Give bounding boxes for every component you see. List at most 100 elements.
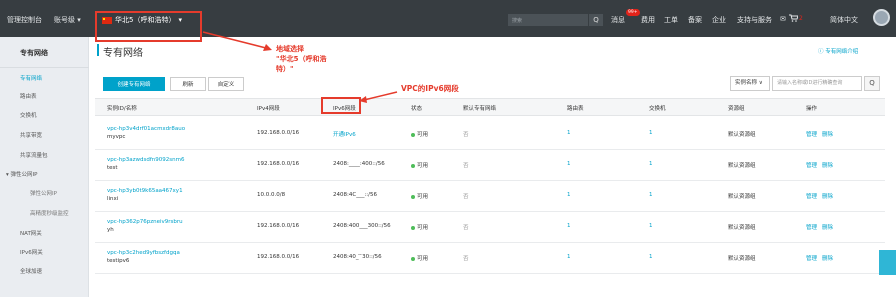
- status-dot-icon: [411, 225, 415, 230]
- vpc-name: myvpc: [107, 134, 126, 140]
- status-dot-icon: [411, 256, 415, 261]
- cart-count: 2: [799, 15, 803, 22]
- row-divider: [95, 273, 885, 274]
- enable-ipv6-link[interactable]: 开通IPv6: [333, 130, 356, 138]
- row-divider: [95, 180, 885, 181]
- refresh-button[interactable]: 刷新: [170, 77, 206, 91]
- status-badge: 可用: [411, 161, 428, 169]
- default-vpc-value: 否: [463, 163, 469, 169]
- vpc-id-link[interactable]: vpc-hp3yb0t9k65aa467xy1: [107, 188, 183, 194]
- column-header-default: 默认专有网络: [463, 106, 497, 112]
- resource-group: 默认资源组: [728, 163, 756, 169]
- route-table-count[interactable]: 1: [567, 192, 571, 198]
- resource-group: 默认资源组: [728, 256, 756, 262]
- vswitch-count[interactable]: 1: [649, 161, 653, 167]
- sidebar-item-ipv6-gateway[interactable]: IPv6网关: [20, 248, 43, 256]
- manage-link[interactable]: 管理: [806, 254, 817, 262]
- customize-button[interactable]: 自定义: [208, 77, 244, 91]
- sidebar-item-global-acceleration[interactable]: 全球加速: [20, 267, 42, 275]
- vpc-name: yh: [107, 227, 114, 233]
- console-link[interactable]: 管理控制台: [7, 15, 42, 25]
- feedback-tab[interactable]: [879, 250, 896, 275]
- vpc-intro-link[interactable]: ⓘ 专有网络介绍: [818, 47, 858, 55]
- region-annotation-line2: "华北5（呼和浩: [276, 55, 327, 63]
- manage-link[interactable]: 管理: [806, 161, 817, 169]
- delete-link[interactable]: 删除: [822, 223, 833, 231]
- cart-icon[interactable]: [789, 14, 799, 24]
- ipv6-annotation: VPC的IPv6网段: [401, 84, 459, 93]
- create-vpc-button[interactable]: 创建专有网络: [103, 77, 165, 91]
- sidebar-item-nat-gateway[interactable]: NAT网关: [20, 229, 42, 237]
- vswitch-count[interactable]: 1: [649, 192, 653, 198]
- sidebar-item-data-transfer-plan[interactable]: 共享流量包: [20, 151, 48, 159]
- filter-field-select[interactable]: 实例名称 ∨: [730, 76, 770, 91]
- language-selector[interactable]: 简体中文: [830, 15, 858, 25]
- filter-input[interactable]: 请输入名称或ID进行精确查询: [772, 76, 862, 91]
- vpc-id-link[interactable]: vpc-hp3azwdsdfn9092snm6: [107, 157, 184, 163]
- divider: [0, 67, 89, 68]
- resource-group: 默认资源组: [728, 194, 756, 200]
- manage-link[interactable]: 管理: [806, 130, 817, 138]
- delete-link[interactable]: 删除: [822, 254, 833, 262]
- tickets-link[interactable]: 工单: [664, 15, 678, 25]
- ipv4-cidr: 10.0.0.0/8: [257, 192, 286, 198]
- column-header-id: 实例ID/名称: [107, 106, 137, 112]
- sidebar-title: 专有网络: [20, 49, 48, 57]
- resource-group: 默认资源组: [728, 225, 756, 231]
- delete-link[interactable]: 删除: [822, 130, 833, 138]
- vswitch-count[interactable]: 1: [649, 130, 653, 136]
- sidebar-item-eip[interactable]: 弹性公网IP: [30, 189, 57, 197]
- delete-link[interactable]: 删除: [822, 161, 833, 169]
- global-search-input[interactable]: 搜索: [508, 14, 588, 26]
- page-title: 专有网络: [103, 48, 143, 59]
- route-table-count[interactable]: 1: [567, 254, 571, 260]
- delete-link[interactable]: 删除: [822, 192, 833, 200]
- status-badge: 可用: [411, 192, 428, 200]
- vswitch-count[interactable]: 1: [649, 223, 653, 229]
- region-arrow-icon: [202, 31, 272, 51]
- vpc-name: linxi: [107, 196, 119, 202]
- search-icon[interactable]: Q: [864, 76, 880, 91]
- status-dot-icon: [411, 194, 415, 199]
- messages-link[interactable]: 消息: [611, 15, 625, 25]
- default-vpc-value: 否: [463, 132, 469, 138]
- sidebar-item-shared-bandwidth[interactable]: 共享带宽: [20, 131, 42, 139]
- status-badge: 可用: [411, 130, 428, 138]
- account-menu[interactable]: 账号级 ▾: [54, 15, 81, 25]
- sidebar-item-monitoring[interactable]: 高精度秒级监控: [30, 209, 69, 217]
- vswitch-count[interactable]: 1: [649, 254, 653, 260]
- column-header-route-table: 路由表: [567, 106, 584, 112]
- sidebar-item-vpc[interactable]: 专有网络: [20, 74, 42, 82]
- ipv6-highlight-box: [321, 97, 361, 114]
- status-dot-icon: [411, 163, 415, 168]
- route-table-count[interactable]: 1: [567, 161, 571, 167]
- support-link[interactable]: 支持与服务: [737, 15, 772, 25]
- filing-link[interactable]: 备案: [688, 15, 702, 25]
- vpc-id-link[interactable]: vpc-hp3v4drf01acmxdr8auo: [107, 126, 185, 132]
- vpc-id-link[interactable]: vpc-hp3c2hed9yfbszfdgqa: [107, 250, 180, 256]
- search-icon[interactable]: Q: [589, 14, 603, 26]
- sidebar-item-vswitch[interactable]: 交换机: [20, 111, 37, 119]
- row-divider: [95, 242, 885, 243]
- route-table-count[interactable]: 1: [567, 223, 571, 229]
- column-header-vswitch: 交换机: [649, 106, 666, 112]
- sidebar-item-eip-group[interactable]: ▾ 弹性公网IP: [6, 170, 37, 178]
- region-highlight-box: [95, 11, 202, 42]
- vpc-id-link[interactable]: vpc-hp362p76pzneiv9rsbru: [107, 219, 183, 225]
- enterprise-link[interactable]: 企业: [712, 15, 726, 25]
- vpc-name: test: [107, 165, 118, 171]
- mail-icon[interactable]: ✉: [780, 15, 786, 23]
- manage-link[interactable]: 管理: [806, 223, 817, 231]
- ipv4-cidr: 192.168.0.0/16: [257, 161, 300, 167]
- ipv4-cidr: 192.168.0.0/16: [257, 223, 300, 229]
- sidebar: 专有网络 专有网络 路由表 交换机 共享带宽 共享流量包 ▾ 弹性公网IP 弹性…: [0, 37, 89, 297]
- sidebar-item-route-table[interactable]: 路由表: [20, 92, 37, 100]
- status-badge: 可用: [411, 254, 428, 262]
- avatar[interactable]: [873, 9, 890, 26]
- manage-link[interactable]: 管理: [806, 192, 817, 200]
- column-header-ipv4: IPv4网段: [257, 106, 280, 112]
- status-badge: 可用: [411, 223, 428, 231]
- billing-link[interactable]: 费用: [641, 15, 655, 25]
- column-header-status: 状态: [411, 106, 423, 112]
- route-table-count[interactable]: 1: [567, 130, 571, 136]
